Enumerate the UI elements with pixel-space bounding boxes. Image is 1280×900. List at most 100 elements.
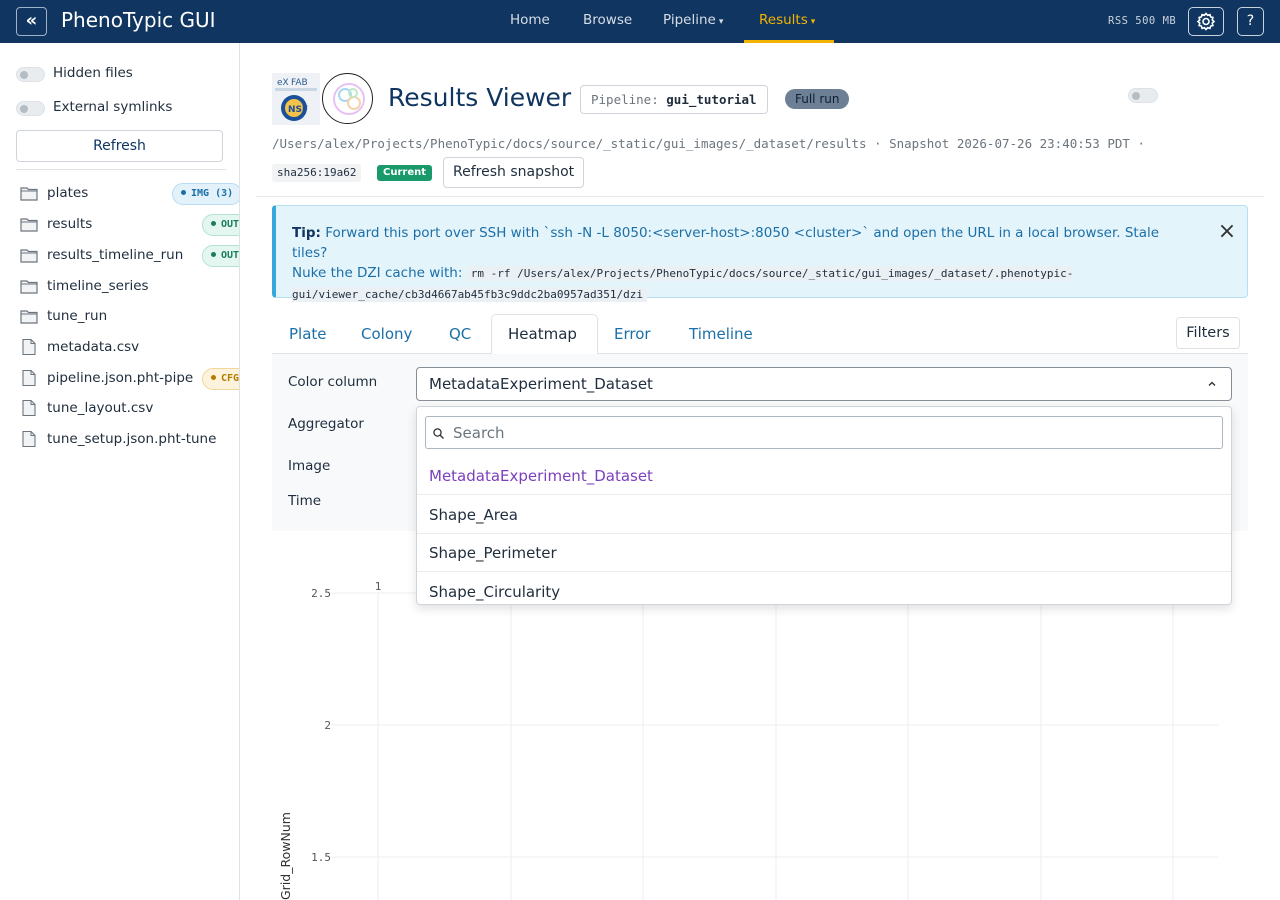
gear-icon <box>1196 12 1216 31</box>
nav-home[interactable]: Home <box>510 12 550 28</box>
dropdown-search-input[interactable]: Search <box>425 416 1223 449</box>
file-item[interactable]: timeline_series <box>20 276 239 298</box>
file-name: timeline_series <box>47 278 149 294</box>
pipeline-chip: Pipeline: gui_tutorial <box>580 85 768 114</box>
file-name: metadata.csv <box>47 339 140 355</box>
svg-text:eX: eX <box>277 78 289 88</box>
color-column-value: MetadataExperiment_Dataset <box>429 375 653 393</box>
x-tick-label: 1 <box>375 580 382 593</box>
image-label: Image <box>288 458 331 474</box>
svg-text:NSF: NSF <box>288 105 308 115</box>
file-item[interactable]: results_timeline_run OUT <box>20 245 239 267</box>
file-icon <box>22 431 36 447</box>
file-item[interactable]: tune_setup.json.pht-tune <box>20 429 239 451</box>
cfg-badge: CFG <box>202 368 239 390</box>
phenotypic-logo <box>322 73 373 124</box>
y-axis-label: Grid_RowNum <box>278 812 293 900</box>
dropdown-option[interactable]: Shape_Perimeter <box>417 534 1231 572</box>
folder-icon <box>20 249 38 263</box>
snapshot-hash: sha256:19a62 <box>272 164 362 182</box>
help-button[interactable]: ? <box>1237 7 1264 36</box>
navbar: « PhenoTypic GUI Home Browse Pipeline ▾ R… <box>0 0 1280 43</box>
file-item[interactable]: tune_run <box>20 306 239 328</box>
sidebar-collapse-button[interactable]: « <box>16 7 47 36</box>
out-badge: OUT <box>202 214 239 236</box>
file-name: pipeline.json.pht-pipe <box>47 370 194 386</box>
tab-error[interactable]: Error <box>614 325 651 343</box>
nav-browse[interactable]: Browse <box>583 12 632 28</box>
color-column-dropdown: Search MetadataExperiment_Dataset Shape_… <box>416 406 1232 605</box>
tab-plate[interactable]: Plate <box>289 325 327 343</box>
divider <box>16 169 226 170</box>
current-badge: Current <box>377 165 433 181</box>
folder-icon <box>20 218 38 232</box>
header-toggle[interactable] <box>1128 88 1158 103</box>
external-symlinks-label: External symlinks <box>53 99 173 115</box>
hidden-files-label: Hidden files <box>53 65 133 81</box>
caret-down-icon: ▾ <box>810 17 816 27</box>
y-tick-label: 1.5 <box>311 851 331 864</box>
color-column-select[interactable]: MetadataExperiment_Dataset <box>416 367 1232 401</box>
external-symlinks-toggle[interactable] <box>16 101 45 116</box>
folder-icon <box>20 310 38 324</box>
tab-timeline[interactable]: Timeline <box>689 325 753 343</box>
nav-results[interactable]: Results ▾ <box>759 12 815 28</box>
nav-pipeline[interactable]: Pipeline ▾ <box>663 12 723 28</box>
file-name: tune_layout.csv <box>47 400 154 416</box>
filters-button[interactable]: Filters <box>1176 317 1240 349</box>
file-item[interactable]: results OUT <box>20 214 239 236</box>
nav-active-indicator <box>744 40 834 43</box>
page-title: Results Viewer <box>388 83 572 112</box>
file-icon <box>22 370 36 386</box>
tip-text: Tip: Forward this port over SSH with `ss… <box>292 223 1192 305</box>
tab-heatmap[interactable]: Heatmap <box>491 314 598 354</box>
file-name: results_timeline_run <box>47 247 184 263</box>
file-icon <box>22 400 36 416</box>
tip-line-1: Forward this port over SSH with `ssh -N … <box>292 225 1160 261</box>
refresh-button[interactable]: Refresh <box>16 130 223 162</box>
file-name: plates <box>47 185 89 201</box>
search-icon <box>433 428 444 439</box>
caret-down-icon: ▾ <box>718 17 724 27</box>
pipeline-value: gui_tutorial <box>666 92 757 107</box>
file-name: results <box>47 216 93 232</box>
tab-qc[interactable]: QC <box>449 325 471 343</box>
close-icon[interactable]: × <box>1216 221 1238 244</box>
out-badge: OUT <box>202 245 239 267</box>
memory-readout: RSS 500 MB <box>1108 15 1177 27</box>
color-column-label: Color column <box>288 374 378 390</box>
run-type-badge: Full run <box>785 89 850 109</box>
tip-alert: Tip: Forward this port over SSH with `ss… <box>272 205 1248 302</box>
dropdown-option[interactable]: MetadataExperiment_Dataset <box>417 457 1231 495</box>
chevron-up-icon <box>1208 381 1216 386</box>
y-tick-label: 2 <box>324 719 331 732</box>
file-item[interactable]: tune_layout.csv <box>20 398 239 420</box>
hidden-files-toggle[interactable] <box>16 67 45 82</box>
file-name: tune_run <box>47 308 108 324</box>
file-item[interactable]: metadata.csv <box>20 337 239 359</box>
search-placeholder: Search <box>453 424 505 442</box>
aggregator-label: Aggregator <box>288 416 364 432</box>
file-icon <box>22 339 36 355</box>
refresh-snapshot-button[interactable]: Refresh snapshot <box>443 157 585 188</box>
plot-area <box>331 593 1218 900</box>
folder-icon <box>20 280 38 294</box>
snapshot-path: /Users/alex/Projects/PhenoTypic/docs/sou… <box>272 136 1145 151</box>
file-name: tune_setup.json.pht-tune <box>47 431 217 447</box>
file-item[interactable]: plates IMG (3) <box>20 183 239 205</box>
tip-line-2: Nuke the DZI cache with: <box>292 265 463 281</box>
file-sidebar: Hidden files External symlinks Refresh p… <box>0 43 240 900</box>
folder-icon <box>20 187 38 201</box>
svg-text:FAB: FAB <box>291 78 308 88</box>
y-tick-label: 2.5 <box>311 587 331 600</box>
pipeline-label: Pipeline: <box>591 92 659 107</box>
time-label: Time <box>288 493 322 509</box>
dropdown-option[interactable]: Shape_Circularity <box>417 573 1231 604</box>
file-item[interactable]: pipeline.json.pht-pipe CFG <box>20 368 239 390</box>
dropdown-option[interactable]: Shape_Area <box>417 496 1231 534</box>
brand-title[interactable]: PhenoTypic GUI <box>61 8 216 32</box>
settings-button[interactable] <box>1188 7 1224 36</box>
tip-label: Tip: <box>292 225 321 241</box>
tab-colony[interactable]: Colony <box>361 325 412 343</box>
img-badge: IMG (3) <box>172 183 239 205</box>
